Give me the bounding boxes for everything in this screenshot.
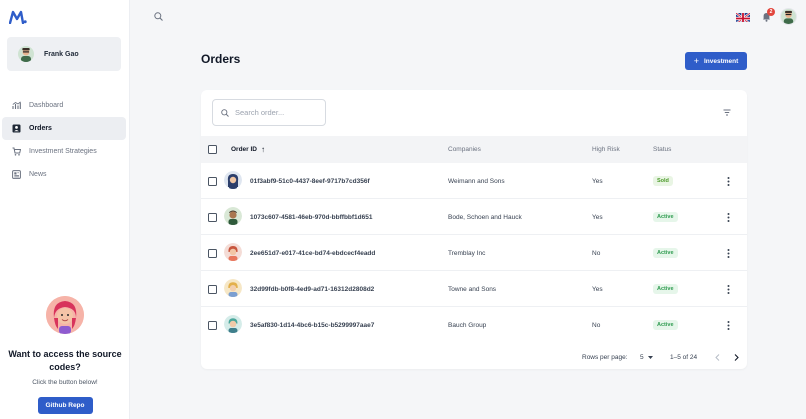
- next-page-button[interactable]: [734, 347, 739, 367]
- order-id: 01f3abf9-51c0-4437-8eef-9717b7cd356f: [250, 177, 370, 185]
- cart-icon: [12, 147, 21, 156]
- row-checkbox[interactable]: [208, 321, 217, 330]
- github-repo-button[interactable]: Github Repo: [37, 397, 93, 414]
- avatar: [224, 279, 242, 297]
- table-header: Order ID ↑ Companies High Risk Status: [201, 136, 747, 163]
- add-investment-button[interactable]: + Investment: [685, 52, 747, 70]
- chevron-right-icon: [734, 353, 739, 361]
- promo-panel: Want to access the source codes? Click t…: [0, 296, 130, 414]
- status-badge: Sold: [653, 176, 673, 186]
- orders-icon: [12, 124, 21, 133]
- search-icon[interactable]: [154, 12, 163, 21]
- order-id: 3e5af830-1d14-4bc6-b15c-b5299997aae7: [250, 321, 375, 329]
- sidebar: Frank Gao Dashboard Orders Investment St…: [0, 0, 130, 419]
- sidebar-item-label: Orders: [29, 125, 52, 132]
- row-checkbox[interactable]: [208, 213, 217, 222]
- page-title: Orders: [201, 52, 241, 66]
- promo-avatar: [46, 296, 84, 334]
- avatar: [224, 243, 242, 261]
- row-checkbox[interactable]: [208, 249, 217, 258]
- sidebar-item-label: News: [29, 171, 47, 178]
- company: Towne and Sons: [448, 285, 497, 293]
- column-order-id[interactable]: Order ID ↑: [231, 136, 265, 163]
- column-status[interactable]: Status: [653, 136, 671, 163]
- sidebar-item-investment-strategies[interactable]: Investment Strategies: [2, 140, 126, 163]
- status-badge: Active: [653, 212, 678, 222]
- more-options-icon[interactable]: [727, 213, 730, 222]
- order-id: 32d99fdb-b0f8-4ed9-ad71-16312d2808d2: [250, 285, 375, 293]
- promo-title: Want to access the source codes?: [8, 349, 122, 372]
- uk-flag-icon[interactable]: [736, 11, 750, 22]
- add-investment-label: Investment: [703, 57, 739, 65]
- select-all-checkbox[interactable]: [208, 145, 217, 154]
- high-risk: No: [592, 249, 601, 257]
- account-avatar[interactable]: [780, 8, 797, 25]
- more-options-icon[interactable]: [727, 177, 730, 186]
- news-icon: [12, 170, 21, 179]
- company: Bode, Schoen and Hauck: [448, 213, 522, 221]
- status-badge: Active: [653, 248, 678, 258]
- high-risk: Yes: [592, 177, 603, 185]
- column-companies[interactable]: Companies: [448, 136, 481, 163]
- high-risk: No: [592, 321, 601, 329]
- more-options-icon[interactable]: [727, 285, 730, 294]
- filter-icon[interactable]: [723, 109, 731, 116]
- pagination: Rows per page: 5 1–5 of 24: [201, 347, 747, 367]
- orders-table-card: Order ID ↑ Companies High Risk Status 01…: [201, 90, 747, 369]
- search-order-field[interactable]: [212, 99, 326, 126]
- sidebar-item-label: Dashboard: [29, 102, 64, 109]
- plus-icon: +: [693, 56, 699, 66]
- avatar: [18, 46, 34, 62]
- sidebar-nav: Dashboard Orders Investment Strategies N…: [0, 94, 130, 186]
- search-order-input[interactable]: [235, 108, 325, 117]
- sidebar-item-dashboard[interactable]: Dashboard: [2, 94, 126, 117]
- company: Weimann and Sons: [448, 177, 505, 185]
- order-id: 2ee651d7-e017-41ce-bd74-ebdcecf4eadd: [250, 249, 376, 257]
- high-risk: Yes: [592, 285, 603, 293]
- search-icon: [221, 108, 229, 117]
- table-row[interactable]: 32d99fdb-b0f8-4ed9-ad71-16312d2808d2 Tow…: [201, 271, 747, 307]
- rows-per-page-select[interactable]: 5: [640, 347, 653, 367]
- status-badge: Active: [653, 284, 678, 294]
- sidebar-item-news[interactable]: News: [2, 163, 126, 186]
- column-order-id-label: Order ID: [231, 146, 258, 153]
- chevron-down-icon: [647, 355, 653, 359]
- table-row[interactable]: 01f3abf9-51c0-4437-8eef-9717b7cd356f Wei…: [201, 163, 747, 199]
- row-checkbox[interactable]: [208, 177, 217, 186]
- more-options-icon[interactable]: [727, 321, 730, 330]
- chevron-left-icon: [715, 353, 720, 361]
- table-row[interactable]: 3e5af830-1d14-4bc6-b15c-b5299997aae7 Bau…: [201, 307, 747, 343]
- user-name: Frank Gao: [44, 50, 79, 58]
- avatar: [224, 315, 242, 333]
- sort-ascending-icon[interactable]: ↑: [261, 145, 265, 154]
- promo-subtitle: Click the button below!: [32, 379, 98, 386]
- chart-icon: [12, 101, 21, 109]
- company: Bauch Group: [448, 321, 487, 329]
- sidebar-item-orders[interactable]: Orders: [2, 117, 126, 140]
- notification-badge: 2: [767, 8, 775, 16]
- table-row[interactable]: 2ee651d7-e017-41ce-bd74-ebdcecf4eadd Tre…: [201, 235, 747, 271]
- high-risk: Yes: [592, 213, 603, 221]
- user-card[interactable]: Frank Gao: [7, 37, 121, 71]
- avatar: [224, 207, 242, 225]
- company: Tremblay Inc: [448, 249, 486, 257]
- more-options-icon[interactable]: [727, 249, 730, 258]
- previous-page-button[interactable]: [715, 347, 720, 367]
- table-row[interactable]: 1073c607-4581-46eb-970d-bbffbbf1d651 Bod…: [201, 199, 747, 235]
- rows-per-page-label: Rows per page:: [582, 353, 628, 361]
- status-badge: Active: [653, 320, 678, 330]
- column-high-risk[interactable]: High Risk: [592, 136, 620, 163]
- pagination-range: 1–5 of 24: [670, 353, 698, 361]
- row-checkbox[interactable]: [208, 285, 217, 294]
- sidebar-item-label: Investment Strategies: [29, 148, 97, 155]
- avatar: [224, 171, 242, 189]
- order-id: 1073c607-4581-46eb-970d-bbffbbf1d651: [250, 213, 373, 221]
- select-all-checkbox-cell: [208, 136, 217, 163]
- logo-icon[interactable]: [9, 10, 27, 24]
- rows-per-page-value: 5: [640, 353, 644, 361]
